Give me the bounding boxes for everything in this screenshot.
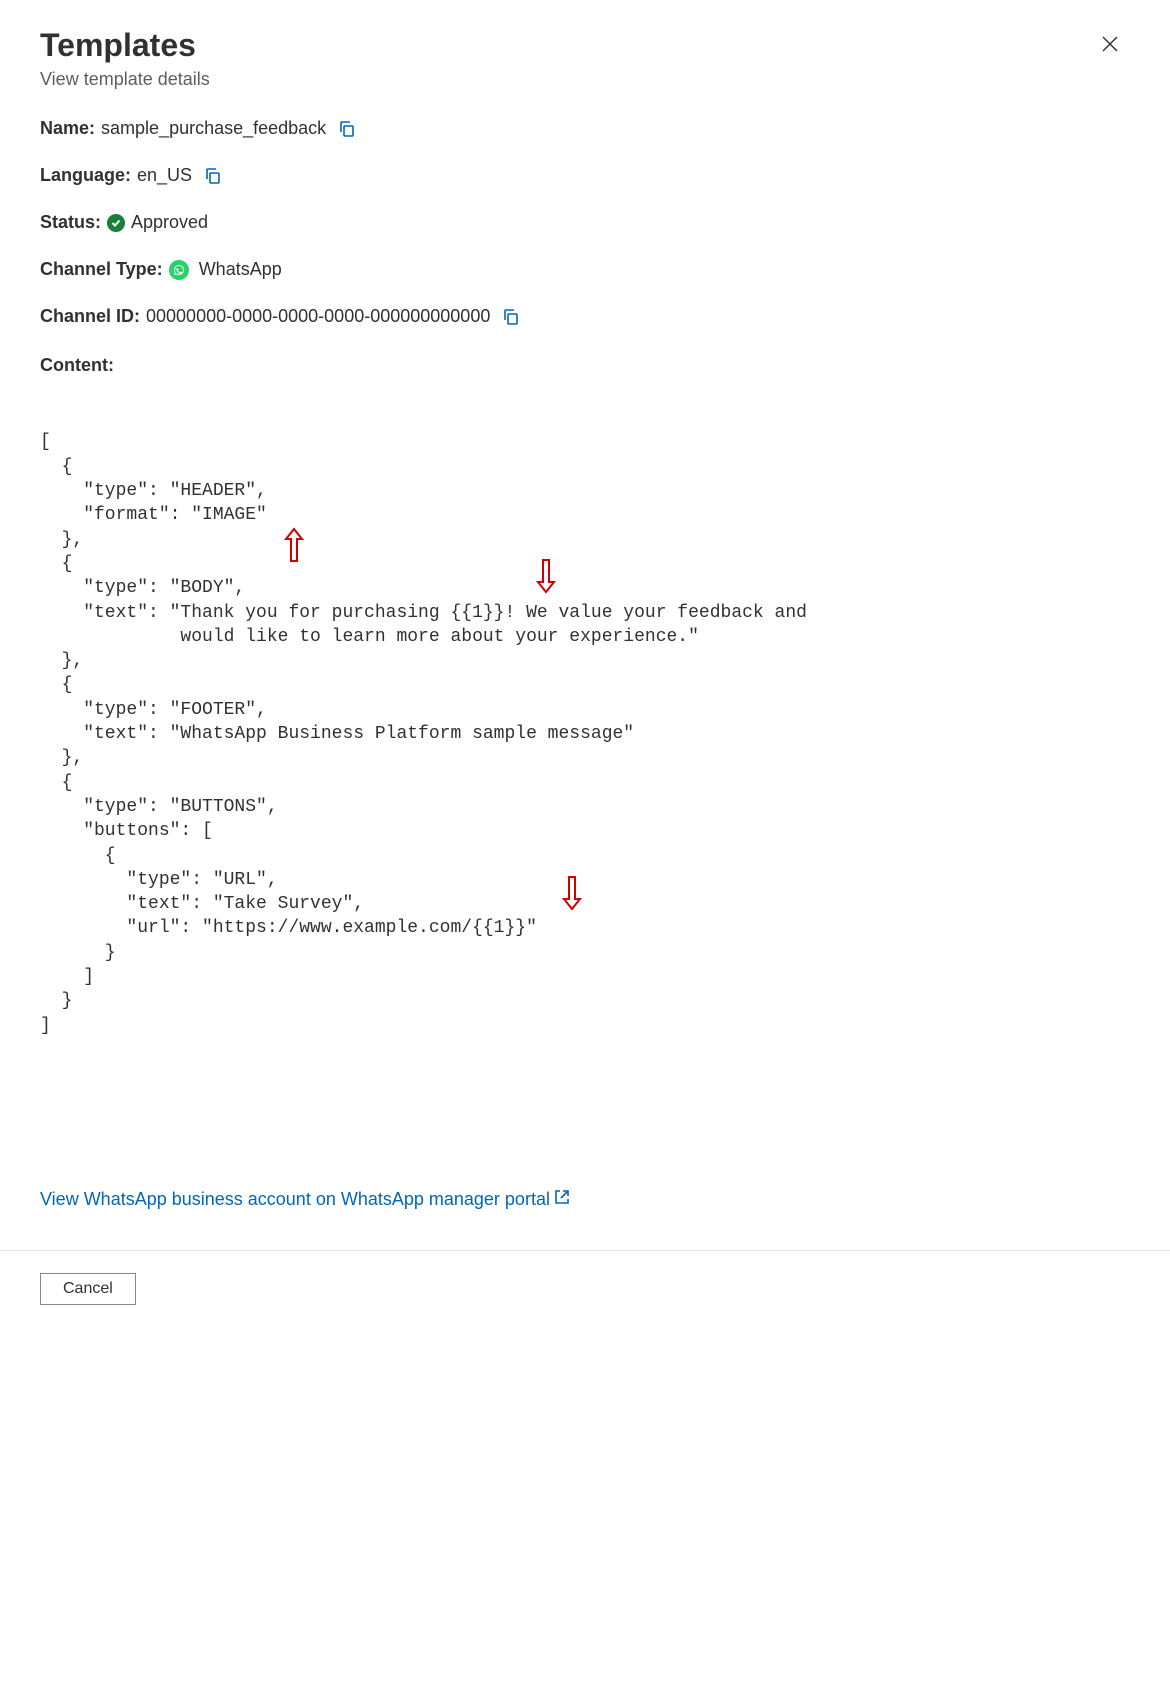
- status-value: Approved: [131, 212, 208, 233]
- language-label: Language:: [40, 165, 131, 186]
- footer-bar: Cancel: [0, 1250, 1170, 1327]
- channel-type-value: WhatsApp: [199, 259, 282, 280]
- channel-type-label: Channel Type:: [40, 259, 163, 280]
- external-link-icon: [554, 1189, 570, 1210]
- page-title: Templates: [40, 28, 210, 63]
- cancel-button[interactable]: Cancel: [40, 1273, 136, 1305]
- copy-icon: [502, 308, 520, 326]
- channel-id-value: 00000000-0000-0000-0000-000000000000: [146, 306, 490, 327]
- copy-language-button[interactable]: [204, 167, 222, 185]
- close-button[interactable]: [1090, 28, 1130, 65]
- status-label: Status:: [40, 212, 101, 233]
- whatsapp-manager-portal-link-text: View WhatsApp business account on WhatsA…: [40, 1189, 550, 1210]
- channel-id-label: Channel ID:: [40, 306, 140, 327]
- name-value: sample_purchase_feedback: [101, 118, 326, 139]
- whatsapp-icon: [169, 260, 189, 280]
- copy-channel-id-button[interactable]: [502, 308, 520, 326]
- arrow-down-icon: [512, 532, 558, 605]
- content-json-text: [ { "type": "HEADER", "format": "IMAGE" …: [40, 432, 807, 1035]
- copy-icon: [204, 167, 222, 185]
- arrow-down-icon: [538, 849, 584, 922]
- check-circle-icon: [107, 214, 125, 232]
- whatsapp-manager-portal-link[interactable]: View WhatsApp business account on WhatsA…: [40, 1189, 570, 1210]
- content-json-block: [ { "type": "HEADER", "format": "IMAGE" …: [40, 406, 1130, 1159]
- copy-name-button[interactable]: [338, 120, 356, 138]
- language-value: en_US: [137, 165, 192, 186]
- page-subtitle: View template details: [40, 69, 210, 90]
- name-label: Name:: [40, 118, 95, 139]
- close-icon: [1100, 33, 1120, 60]
- content-label: Content:: [40, 355, 1130, 376]
- copy-icon: [338, 120, 356, 138]
